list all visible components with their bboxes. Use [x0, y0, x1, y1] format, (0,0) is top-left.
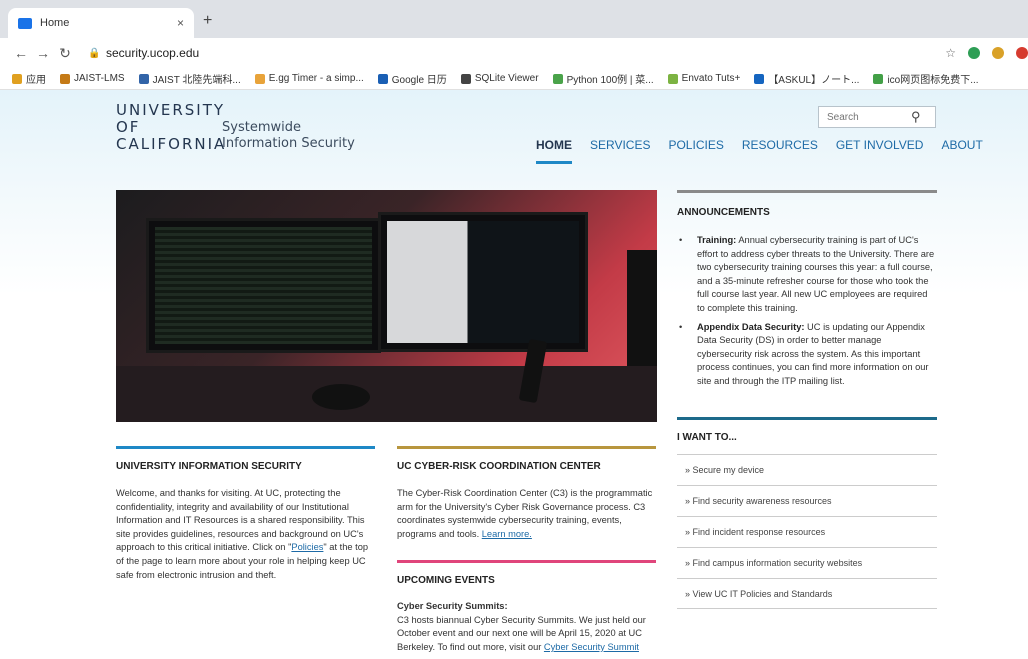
web-page: UNIVERSITY OF CALIFORNIA Systemwide Info…	[0, 90, 1028, 659]
c3-divider	[397, 446, 656, 449]
uis-divider	[116, 446, 375, 449]
announcements-list: Training: Annual cybersecurity training …	[677, 234, 937, 394]
bookmark-item[interactable]: Envato Tuts+	[667, 73, 740, 84]
policies-link[interactable]: Policies	[291, 542, 323, 552]
bookmark-icon	[138, 73, 149, 84]
bookmark-item[interactable]: JAIST 北陸先端科...	[138, 71, 241, 86]
announcements-title: ANNOUNCEMENTS	[677, 207, 770, 218]
nav-home[interactable]: HOME	[536, 138, 572, 164]
new-tab-button[interactable]: +	[203, 12, 212, 30]
monitor-image	[146, 218, 381, 353]
bookmark-item[interactable]: Python 100例 | 菜...	[552, 71, 654, 86]
events-divider	[397, 560, 656, 563]
calendar-icon	[377, 73, 388, 84]
search-box: ⚲	[818, 106, 936, 128]
nav-get-involved[interactable]: GET INVOLVED	[836, 138, 924, 152]
bookmark-icon	[552, 73, 563, 84]
bookmark-item[interactable]: SQLite Viewer	[460, 73, 539, 84]
i-want-to-divider	[677, 417, 937, 420]
browser-tab-bar: Home × +	[0, 0, 1028, 38]
browser-tab[interactable]: Home ×	[8, 8, 194, 38]
i-want-to-link[interactable]: » View UC IT Policies and Standards	[677, 578, 937, 609]
nav-about[interactable]: ABOUT	[941, 138, 982, 152]
nav-resources[interactable]: RESOURCES	[742, 138, 818, 152]
search-icon[interactable]: ⚲	[911, 109, 921, 125]
announcement-item: Appendix Data Security: UC is updating o…	[677, 321, 937, 389]
nav-policies[interactable]: POLICIES	[668, 138, 723, 152]
bookmark-item[interactable]: Google 日历	[377, 71, 447, 86]
learn-more-link[interactable]: Learn more.	[482, 529, 532, 539]
events-text: Cyber Security Summits: C3 hosts biannua…	[397, 601, 646, 652]
forward-icon[interactable]: →	[32, 45, 54, 61]
site-subtitle: Systemwide Information Security	[222, 120, 355, 151]
bookmark-item[interactable]: 应用	[12, 71, 46, 86]
announcements-divider	[677, 190, 937, 193]
i-want-to-link[interactable]: » Find campus information security websi…	[677, 547, 937, 578]
i-want-to-list: » Secure my device » Find security aware…	[677, 454, 937, 609]
hero-image	[116, 190, 657, 422]
i-want-to-link[interactable]: » Find security awareness resources	[677, 485, 937, 516]
c3-title: UC CYBER-RISK COORDINATION CENTER	[397, 461, 601, 472]
bookmark-star-icon[interactable]: ☆	[945, 46, 956, 60]
bookmarks-bar: 应用 JAIST-LMS JAIST 北陸先端科... E.gg Timer -…	[0, 68, 1028, 90]
bookmark-item[interactable]: 【ASKUL】ノート...	[754, 71, 859, 86]
bookmark-item[interactable]: JAIST-LMS	[60, 73, 125, 84]
address-bar[interactable]: security.ucop.edu	[106, 46, 199, 60]
bookmark-icon	[460, 73, 471, 84]
apps-grid-icon	[12, 73, 22, 84]
c3-text: The Cyber-Risk Coordination Center (C3) …	[397, 488, 653, 539]
profile-icon[interactable]	[1016, 47, 1028, 59]
nav-services[interactable]: SERVICES	[590, 138, 650, 152]
lock-icon[interactable]: 🔒	[88, 48, 100, 59]
i-want-to-link[interactable]: » Secure my device	[677, 454, 937, 485]
shield-extension-icon[interactable]	[968, 47, 980, 59]
tab-title: Home	[40, 17, 70, 29]
toolbar-extensions: ☆	[945, 38, 1028, 68]
uis-text: Welcome, and thanks for visiting. At UC,…	[116, 488, 369, 580]
extension-icon[interactable]	[992, 47, 1004, 59]
reload-icon[interactable]: ↻	[54, 45, 76, 62]
bookmark-icon	[254, 73, 265, 84]
main-nav: HOME SERVICES POLICIES RESOURCES GET INV…	[536, 138, 983, 164]
bookmark-icon	[60, 73, 70, 84]
close-tab-icon[interactable]: ×	[177, 16, 184, 30]
summit-link[interactable]: Cyber Security Summit	[544, 642, 639, 652]
bookmark-icon	[754, 73, 765, 84]
uc-logo[interactable]: UNIVERSITY OF CALIFORNIA	[116, 102, 226, 153]
i-want-to-title: I WANT TO...	[677, 432, 737, 443]
announcement-item: Training: Annual cybersecurity training …	[677, 234, 937, 316]
i-want-to-link[interactable]: » Find incident response resources	[677, 516, 937, 547]
events-subtitle: Cyber Security Summits:	[397, 601, 508, 611]
headphones-image	[312, 384, 370, 410]
bookmark-item[interactable]: E.gg Timer - a simp...	[254, 73, 364, 84]
back-icon[interactable]: ←	[10, 45, 32, 61]
bookmark-item[interactable]: ico网页图标免费下...	[873, 71, 979, 86]
events-title: UPCOMING EVENTS	[397, 575, 495, 586]
desk-image	[116, 366, 657, 422]
uis-title: UNIVERSITY INFORMATION SECURITY	[116, 461, 302, 472]
monitor-image	[378, 212, 588, 352]
bookmark-icon	[667, 73, 678, 84]
browser-toolbar: ← → ↻ 🔒 security.ucop.edu ☆	[0, 38, 1028, 68]
bookmark-icon	[873, 73, 884, 84]
search-input[interactable]	[819, 111, 911, 123]
site-favicon-icon	[18, 17, 32, 29]
